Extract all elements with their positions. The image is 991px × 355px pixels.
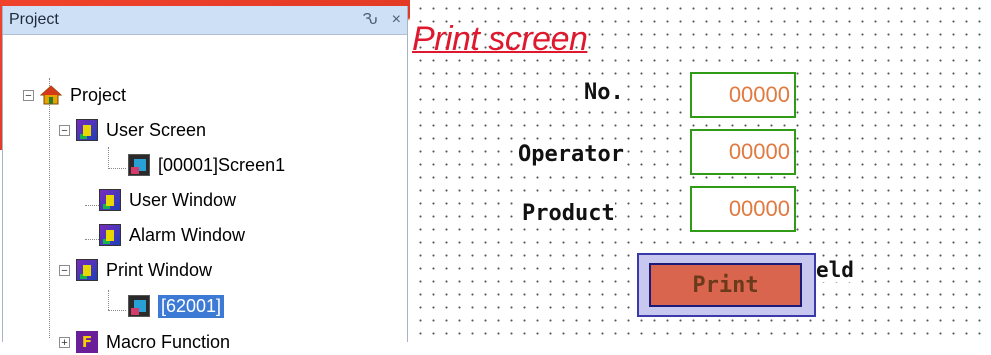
tree-item-label-selected: [62001] [158, 294, 225, 318]
tree-item-user-screen[interactable]: − User Screen [59, 117, 206, 143]
field-product[interactable]: 00000 [690, 186, 796, 232]
collapse-toggle[interactable]: − [59, 124, 70, 136]
tree-item-62001[interactable]: [62001] [128, 293, 225, 319]
tree-item-screen1[interactable]: [00001]Screen1 [128, 152, 285, 178]
field-no[interactable]: 00000 [690, 72, 796, 118]
tree-connector [108, 290, 109, 310]
screen-icon [99, 189, 121, 211]
tree-item-project[interactable]: − Project [23, 82, 126, 108]
tree-item-label: Print Window [106, 259, 213, 280]
label-operator[interactable]: Operator [518, 142, 624, 167]
tree-item-label: Alarm Window [129, 224, 246, 245]
expand-toggle[interactable]: + [59, 336, 70, 348]
picture-icon [128, 154, 150, 176]
tree-item-label: Macro Function [106, 331, 231, 352]
tree-item-label: User Window [129, 189, 237, 210]
tree-item-label: [00001]Screen1 [158, 154, 286, 175]
home-icon [39, 84, 63, 106]
collapse-toggle[interactable]: − [23, 89, 34, 101]
screen-icon [76, 119, 98, 141]
label-no[interactable]: No. [584, 80, 624, 105]
collapse-toggle[interactable]: − [59, 264, 70, 276]
partial-label: eld [816, 258, 854, 282]
print-button-label: Print [649, 263, 802, 307]
pin-icon[interactable]: Ԅ [362, 11, 377, 29]
panel-header: Project Ԅ × [3, 6, 407, 35]
tree-connector [49, 78, 50, 338]
tree-connector [108, 168, 126, 169]
tree-item-macro-function[interactable]: + F Macro Function [59, 329, 230, 355]
tree-item-label: Project [70, 84, 127, 105]
label-product[interactable]: Product [522, 201, 615, 226]
screen-icon [99, 224, 121, 246]
screen-icon [76, 259, 98, 281]
project-panel: Project Ԅ × − Project − User Screen [000… [2, 6, 408, 353]
field-operator[interactable]: 00000 [690, 129, 796, 175]
tree-item-alarm-window[interactable]: Alarm Window [99, 222, 245, 248]
tree-connector [108, 310, 126, 311]
close-icon[interactable]: × [392, 11, 401, 29]
tree-connector [85, 205, 99, 206]
macro-f-icon: F [76, 331, 98, 353]
tree-connector [85, 239, 99, 240]
tree-connector [108, 147, 109, 167]
print-button[interactable]: Print [637, 253, 816, 317]
screen-title[interactable]: Print screen [412, 20, 588, 59]
panel-title: Project [9, 11, 59, 28]
tree-item-user-window[interactable]: User Window [99, 187, 236, 213]
picture-icon [128, 295, 150, 317]
tree-item-label: User Screen [106, 119, 207, 140]
tree-item-print-window[interactable]: − Print Window [59, 257, 212, 283]
